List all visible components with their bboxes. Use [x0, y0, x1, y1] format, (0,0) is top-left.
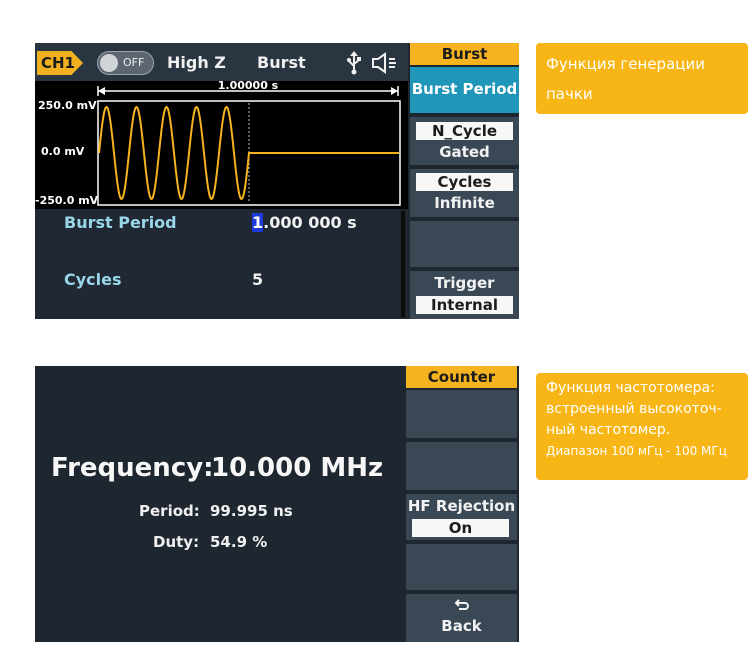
param-row-empty: [35, 238, 408, 266]
burst-softkeys: Burst Burst Period N_Cycle Gated Cycles …: [408, 43, 519, 319]
param-label: Cycles: [64, 270, 122, 289]
cycles-infinite-softkey[interactable]: Cycles Infinite: [410, 169, 519, 217]
channel-label: CH1: [41, 54, 75, 72]
time-span-label: 1.00000 s: [218, 81, 279, 92]
output-state: OFF: [123, 56, 145, 69]
status-bar: CH1 OFF High Z Burst: [35, 43, 408, 81]
param-scrollbar[interactable]: [401, 211, 405, 317]
empty-softkey[interactable]: [410, 221, 519, 267]
waveform-display: 1.00000 s 250.0 mV 0.0 mV -250.0 mV: [35, 81, 408, 209]
param-row-empty: [35, 294, 408, 319]
trigger-softkey[interactable]: Trigger Internal: [410, 271, 519, 319]
counter-screen: Frequency: 10.000 MHz Period: 99.995 ns …: [35, 366, 519, 642]
param-label: Burst Period: [64, 213, 177, 232]
frequency-label: Frequency:: [51, 453, 214, 483]
empty-softkey[interactable]: [406, 442, 517, 490]
burst-period-softkey[interactable]: Burst Period: [410, 67, 519, 113]
duty-value: 54.9 %: [210, 533, 268, 551]
param-value[interactable]: 5: [252, 266, 263, 294]
speaker-mute-icon: [372, 52, 396, 74]
return-icon: [454, 599, 469, 610]
edit-cursor: 1: [252, 213, 264, 232]
menu-title: Burst: [410, 43, 519, 65]
back-softkey[interactable]: Back: [406, 594, 517, 642]
y-label-mid: 0.0 mV: [41, 145, 85, 158]
period-value: 99.995 ns: [210, 502, 293, 520]
caption-burst: Функция генерации пачки: [536, 43, 748, 114]
caption-burst-text: Функция генерации пачки: [546, 55, 705, 103]
y-label-top: 250.0 mV: [38, 99, 97, 112]
empty-softkey[interactable]: [406, 544, 517, 590]
period-label: Period:: [139, 502, 200, 520]
empty-softkey[interactable]: [406, 390, 517, 438]
mode-label: Burst: [257, 53, 306, 72]
param-row-cycles[interactable]: Cycles 5: [35, 266, 408, 294]
burst-screen: CH1 OFF High Z Burst 1.00000 s 250.0 mV …: [35, 43, 519, 319]
channel-tag[interactable]: CH1: [37, 51, 83, 75]
param-value[interactable]: 1.000 000 s: [252, 209, 357, 237]
caption-counter-text: Функция частотомера: встроенный высокото…: [546, 380, 722, 438]
param-row-burst-period[interactable]: Burst Period 1.000 000 s: [35, 209, 408, 237]
toggle-knob: [100, 54, 118, 72]
output-toggle[interactable]: OFF: [97, 51, 154, 75]
menu-title: Counter: [406, 366, 517, 388]
duty-label: Duty:: [153, 533, 200, 551]
frequency-value: 10.000 MHz: [211, 453, 384, 483]
hf-rejection-softkey[interactable]: HF Rejection On: [406, 494, 517, 540]
caption-counter-range: Диапазон 100 мГц - 100 МГц: [546, 444, 727, 458]
load-label: High Z: [167, 53, 226, 72]
usb-icon: [347, 51, 361, 75]
ncycle-gated-softkey[interactable]: N_Cycle Gated: [410, 117, 519, 165]
y-label-bottom: -250.0 mV: [35, 194, 99, 207]
counter-softkeys: Counter HF Rejection On Back: [406, 366, 519, 642]
caption-counter: Функция частотомера: встроенный высокото…: [536, 373, 748, 480]
